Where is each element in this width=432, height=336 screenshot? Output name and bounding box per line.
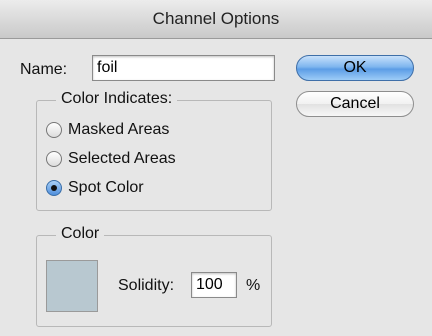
name-input[interactable] [92, 55, 275, 81]
radio-label: Masked Areas [68, 121, 170, 138]
channel-options-dialog: Channel Options Name: OK Cancel Color In… [0, 0, 432, 336]
name-label: Name: [20, 61, 68, 78]
solidity-label: Solidity: [118, 277, 175, 294]
radio-label: Spot Color [68, 179, 144, 196]
radio-button-selected-icon[interactable] [46, 180, 62, 196]
solidity-unit: % [246, 277, 261, 294]
radio-spot-color[interactable]: Spot Color [46, 179, 144, 197]
solidity-input[interactable] [191, 272, 237, 298]
ok-button[interactable]: OK [296, 55, 414, 81]
cancel-button[interactable]: Cancel [296, 91, 414, 117]
title-bar[interactable]: Channel Options [0, 0, 432, 39]
window-title: Channel Options [152, 9, 280, 28]
color-legend: Color [56, 225, 105, 243]
radio-masked-areas[interactable]: Masked Areas [46, 121, 169, 139]
color-indicates-legend: Color Indicates: [56, 90, 178, 108]
color-swatch[interactable] [46, 260, 98, 312]
radio-selected-areas[interactable]: Selected Areas [46, 150, 176, 168]
radio-button-icon[interactable] [46, 151, 62, 167]
radio-button-icon[interactable] [46, 122, 62, 138]
radio-label: Selected Areas [68, 150, 176, 167]
